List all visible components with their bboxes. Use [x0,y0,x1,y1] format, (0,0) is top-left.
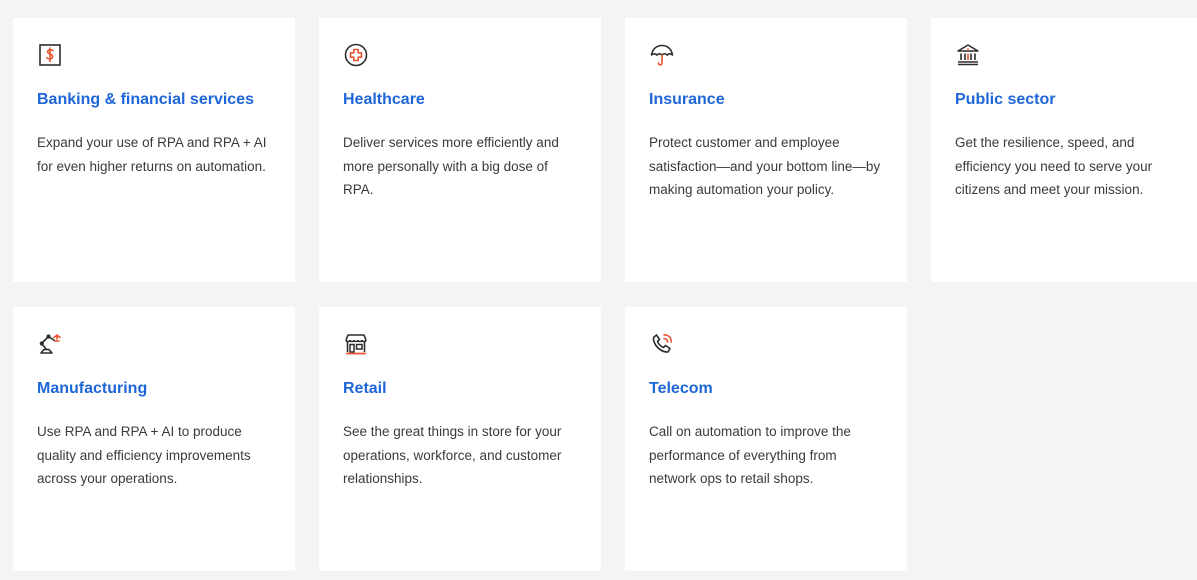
card-description: Deliver services more efficiently and mo… [343,135,559,197]
storefront-icon [343,331,369,357]
card-description: Get the resilience, speed, and efficienc… [955,135,1153,197]
card-title[interactable]: Telecom [649,379,887,399]
medical-cross-icon [343,42,369,68]
card-insurance[interactable]: Insurance Protect customer and employee … [625,18,907,282]
card-healthcare[interactable]: Healthcare Deliver services more efficie… [319,18,601,282]
dollar-sign-icon [37,42,63,68]
card-banking[interactable]: Banking & financial services Expand your… [13,18,295,282]
card-retail[interactable]: Retail See the great things in store for… [319,307,601,571]
card-public-sector[interactable]: Public sector Get the resilience, speed,… [931,18,1197,282]
card-description: Protect customer and employee satisfacti… [649,135,881,197]
card-title[interactable]: Healthcare [343,90,581,110]
card-description: See the great things in store for your o… [343,424,562,486]
card-description: Use RPA and RPA + AI to produce quality … [37,424,251,486]
card-title[interactable]: Retail [343,379,581,399]
card-description: Expand your use of RPA and RPA + AI for … [37,135,267,174]
card-title[interactable]: Insurance [649,90,887,110]
umbrella-icon [649,42,675,68]
card-title[interactable]: Banking & financial services [37,90,275,110]
robotic-arm-icon [37,331,63,357]
government-building-icon [955,42,981,68]
industry-card-grid: Banking & financial services Expand your… [13,18,1197,571]
card-telecom[interactable]: Telecom Call on automation to improve th… [625,307,907,571]
card-manufacturing[interactable]: Manufacturing Use RPA and RPA + AI to pr… [13,307,295,571]
card-description: Call on automation to improve the perfor… [649,424,851,486]
card-title[interactable]: Manufacturing [37,379,275,399]
phone-signal-icon [649,331,675,357]
card-title[interactable]: Public sector [955,90,1193,110]
